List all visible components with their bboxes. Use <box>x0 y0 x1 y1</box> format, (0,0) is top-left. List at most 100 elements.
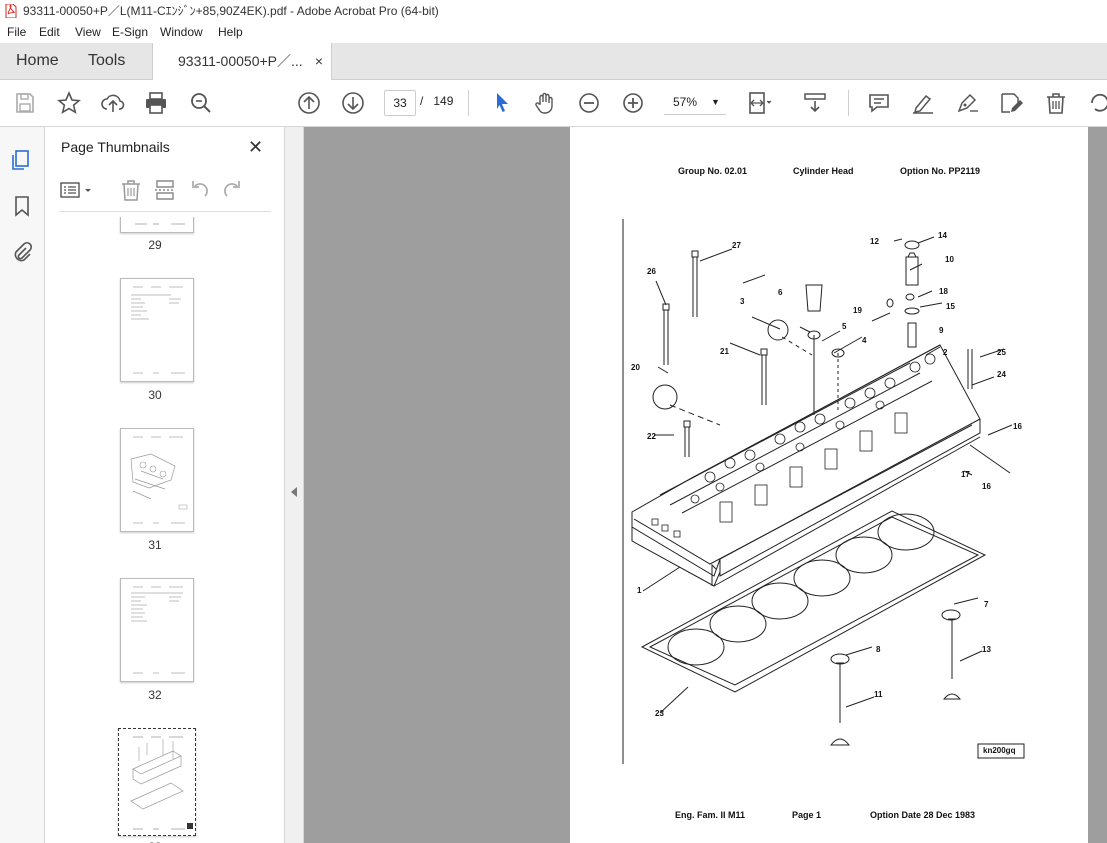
menu-edit[interactable]: Edit <box>39 25 60 39</box>
highlight-pen-icon[interactable] <box>910 90 936 116</box>
rotate-icon[interactable] <box>1087 90 1107 116</box>
panel-title: Page Thumbnails <box>61 139 170 155</box>
rotate-left-icon[interactable] <box>187 177 211 203</box>
callout-2: 2 <box>943 348 948 357</box>
menu-help[interactable]: Help <box>218 25 243 39</box>
tab-home[interactable]: Home <box>16 43 59 79</box>
callout-14: 14 <box>938 231 947 240</box>
callout-25: 25 <box>997 348 1006 357</box>
thumbnail-number: 32 <box>148 688 162 702</box>
rotate-right-icon[interactable] <box>221 177 245 203</box>
bookmarks-icon[interactable] <box>9 193 35 219</box>
select-pointer-icon[interactable] <box>489 90 515 116</box>
callout-21: 21 <box>720 347 729 356</box>
exploded-diagram: 1 2 3 4 5 6 7 8 9 10 11 12 13 14 15 16 1… <box>570 127 1088 843</box>
bookmark-star-icon[interactable] <box>56 90 82 116</box>
collapse-arrow-icon <box>291 487 297 497</box>
thumbnail-page-31[interactable] <box>120 428 194 532</box>
callout-6: 6 <box>778 288 783 297</box>
callout-10: 10 <box>945 255 954 264</box>
edit-pdf-icon[interactable] <box>998 90 1024 116</box>
menu-esign[interactable]: E-Sign <box>112 25 148 39</box>
menu-file[interactable]: File <box>7 25 26 39</box>
callout-7: 7 <box>984 600 989 609</box>
callout-8: 8 <box>876 645 881 654</box>
main-toolbar: 33 / 149 57% ▼ <box>0 80 1107 127</box>
thumbnail-options-icon[interactable] <box>59 177 95 203</box>
tab-document[interactable]: 93311-00050+P／... × <box>152 43 332 80</box>
callout-16-lower: 16 <box>982 482 991 491</box>
tab-tools[interactable]: Tools <box>88 43 125 79</box>
delete-trash-icon[interactable] <box>1043 90 1069 116</box>
callout-22: 22 <box>647 432 656 441</box>
thumbnail-number: 29 <box>148 238 162 252</box>
attachments-paperclip-icon[interactable] <box>9 239 35 265</box>
chevron-down-icon: ▼ <box>711 97 720 107</box>
footer-option-date: Option Date 28 Dec 1983 <box>870 810 976 820</box>
print-icon[interactable] <box>143 90 169 116</box>
callout-23: 23 <box>655 709 664 718</box>
callout-4: 4 <box>862 336 867 345</box>
callout-20: 20 <box>631 363 640 372</box>
zoom-level-select[interactable]: 57% ▼ <box>664 90 726 115</box>
callout-1: 1 <box>637 586 642 595</box>
toolbar-divider <box>848 90 849 116</box>
thumbnail-list: 29 30 31 32 33 <box>45 217 265 843</box>
thumbnail-page-32[interactable] <box>120 578 194 682</box>
save-icon[interactable] <box>12 90 38 116</box>
tab-document-label: 93311-00050+P／... <box>178 53 303 69</box>
callout-27: 27 <box>732 241 741 250</box>
total-pages: 149 <box>433 94 454 108</box>
zoom-out-icon[interactable] <box>576 90 602 116</box>
next-page-icon[interactable] <box>340 90 366 116</box>
fit-page-icon[interactable] <box>746 90 772 116</box>
collapse-panel-handle[interactable] <box>285 127 304 843</box>
page-count: / 149 <box>420 94 453 108</box>
thumbnail-page-29[interactable] <box>120 217 194 233</box>
tab-bar: Home Tools 93311-00050+P／... × <box>0 43 1107 80</box>
panel-close-icon[interactable]: ✕ <box>248 137 263 158</box>
panel-divider <box>59 211 271 212</box>
title-bar: 93311-00050+P／L(M11-Cｴﾝｼﾞﾝ+85,90Z4EK).pd… <box>0 0 1107 22</box>
delete-page-icon[interactable] <box>119 177 143 203</box>
callout-15: 15 <box>946 302 955 311</box>
menu-window[interactable]: Window <box>160 25 203 39</box>
callout-9: 9 <box>939 326 944 335</box>
menu-view[interactable]: View <box>75 25 101 39</box>
footer-family: Eng. Fam. II M11 <box>675 810 746 820</box>
upload-cloud-icon[interactable] <box>100 90 126 116</box>
callout-26: 26 <box>647 267 656 276</box>
left-rail <box>0 127 45 843</box>
callout-5: 5 <box>842 322 847 331</box>
window-title: 93311-00050+P／L(M11-Cｴﾝｼﾞﾝ+85,90Z4EK).pd… <box>23 4 439 18</box>
menu-bar: File Edit View E-Sign Window Help <box>0 22 1107 43</box>
previous-page-icon[interactable] <box>296 90 322 116</box>
figure-code: kn200gq <box>983 746 1016 755</box>
page-thumbnails-icon[interactable] <box>9 147 35 173</box>
pdf-file-icon <box>5 4 17 18</box>
comment-icon[interactable] <box>866 90 892 116</box>
toolbar-divider <box>468 90 469 116</box>
callout-18: 18 <box>939 287 948 296</box>
zoom-in-icon[interactable] <box>620 90 646 116</box>
sign-pen-icon[interactable] <box>954 90 980 116</box>
insert-page-icon[interactable] <box>153 177 177 203</box>
page-number-input[interactable]: 33 <box>384 90 416 116</box>
thumbnail-page-30[interactable] <box>120 278 194 382</box>
hand-tool-icon[interactable] <box>532 90 558 116</box>
pdf-page: Group No. 02.01 Cylinder Head Option No.… <box>570 127 1088 843</box>
callout-16-upper: 16 <box>1013 422 1022 431</box>
thumbnail-number: 31 <box>148 538 162 552</box>
callout-24: 24 <box>997 370 1006 379</box>
thumbnail-page-33-selected[interactable] <box>118 728 196 836</box>
callout-3: 3 <box>740 297 745 306</box>
tab-close-icon[interactable]: × <box>315 43 323 79</box>
thumbnail-number: 30 <box>148 388 162 402</box>
footer-page: Page 1 <box>792 810 822 820</box>
zoom-search-icon[interactable] <box>188 90 214 116</box>
callout-12: 12 <box>870 237 879 246</box>
scroll-mode-icon[interactable] <box>802 90 828 116</box>
callout-19: 19 <box>853 306 862 315</box>
page-thumbnails-panel: Page Thumbnails ✕ 29 30 31 32 <box>45 127 322 843</box>
document-view[interactable]: Group No. 02.01 Cylinder Head Option No.… <box>304 127 1107 843</box>
